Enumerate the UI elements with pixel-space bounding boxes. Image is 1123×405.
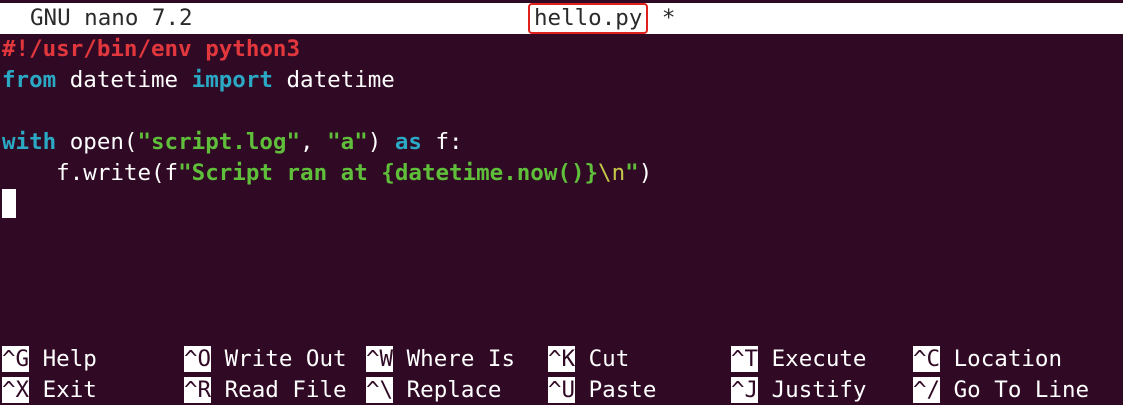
title-bar: GNU nano 7.2 hello.py *	[0, 3, 1123, 34]
code-text: )	[638, 160, 653, 186]
shortcut-key: ^O	[184, 346, 212, 372]
shortcut-key: ^\	[366, 377, 394, 403]
shortcut-label: Execute	[771, 346, 867, 372]
code-text: f.write(f	[2, 160, 179, 186]
keyword-import: import	[191, 67, 273, 93]
code-text: )	[367, 129, 395, 155]
code-text: ,	[300, 129, 328, 155]
shortcut-key: ^T	[731, 346, 759, 372]
code-line-2[interactable]: from datetime import datetime	[2, 65, 395, 96]
shebang: #!/usr/bin/env python3	[2, 36, 301, 62]
shortcut-label: Go To Line	[953, 377, 1090, 403]
string-literal: "script.log"	[137, 129, 301, 155]
code-line-1[interactable]: #!/usr/bin/env python3	[2, 34, 300, 65]
shortcut-justify[interactable]: ^J Justify	[731, 375, 866, 405]
shortcut-location[interactable]: ^C Location	[913, 344, 1062, 375]
shortcut-label: Read File	[224, 377, 347, 403]
code-text: datetime	[272, 67, 395, 93]
shortcut-label: Replace	[406, 377, 502, 403]
string-literal: "a"	[327, 129, 368, 155]
code-line-4[interactable]: with open("script.log", "a") as f:	[2, 127, 463, 158]
shortcut-key: ^J	[731, 377, 759, 403]
keyword-as: as	[394, 129, 422, 155]
shortcut-key: ^/	[913, 377, 941, 403]
code-text: open(	[56, 129, 138, 155]
modified-marker: *	[661, 5, 676, 31]
shortcut-label: Where Is	[406, 346, 516, 372]
shortcut-paste[interactable]: ^U Paste	[548, 375, 656, 405]
shortcut-key: ^W	[366, 346, 394, 372]
shortcut-key: ^G	[2, 346, 30, 372]
shortcut-label: Cut	[588, 346, 630, 372]
escape-sequence: \n	[598, 160, 626, 186]
shortcut-label: Exit	[42, 377, 97, 403]
code-line-5[interactable]: f.write(f"Script ran at {datetime.now()}…	[2, 158, 652, 189]
shortcut-key: ^R	[184, 377, 212, 403]
shortcut-help[interactable]: ^G Help	[2, 344, 97, 375]
text-cursor	[2, 189, 16, 218]
shortcut-where-is[interactable]: ^W Where Is	[366, 344, 515, 375]
nano-terminal: GNU nano 7.2 hello.py * #!/usr/bin/env p…	[0, 0, 1123, 405]
shortcut-write-out[interactable]: ^O Write Out	[184, 344, 347, 375]
filename-wrap: hello.py *	[528, 3, 675, 34]
shortcut-key: ^X	[2, 377, 30, 403]
string-literal: "	[625, 160, 639, 186]
shortcut-key: ^K	[548, 346, 576, 372]
keyword-from: from	[2, 67, 57, 93]
shortcut-label: Justify	[771, 377, 867, 403]
code-text: datetime	[56, 67, 192, 93]
shortcut-key: ^U	[548, 377, 576, 403]
shortcut-cut[interactable]: ^K Cut	[548, 344, 629, 375]
app-version: GNU nano 7.2	[30, 5, 193, 31]
shortcut-label: Paste	[588, 377, 657, 403]
shortcut-key: ^C	[913, 346, 941, 372]
shortcut-read-file[interactable]: ^R Read File	[184, 375, 347, 405]
shortcut-go-to-line[interactable]: ^/ Go To Line	[913, 375, 1089, 405]
shortcut-label: Help	[42, 346, 97, 372]
string-literal: "Script ran at {datetime.now()}	[178, 160, 599, 186]
code-text: f:	[421, 129, 463, 155]
keyword-with: with	[2, 129, 57, 155]
shortcut-execute[interactable]: ^T Execute	[731, 344, 866, 375]
shortcut-replace[interactable]: ^\ Replace	[366, 375, 501, 405]
shortcut-exit[interactable]: ^X Exit	[2, 375, 97, 405]
filename: hello.py	[528, 3, 649, 34]
shortcut-label: Write Out	[224, 346, 347, 372]
shortcut-label: Location	[953, 346, 1063, 372]
